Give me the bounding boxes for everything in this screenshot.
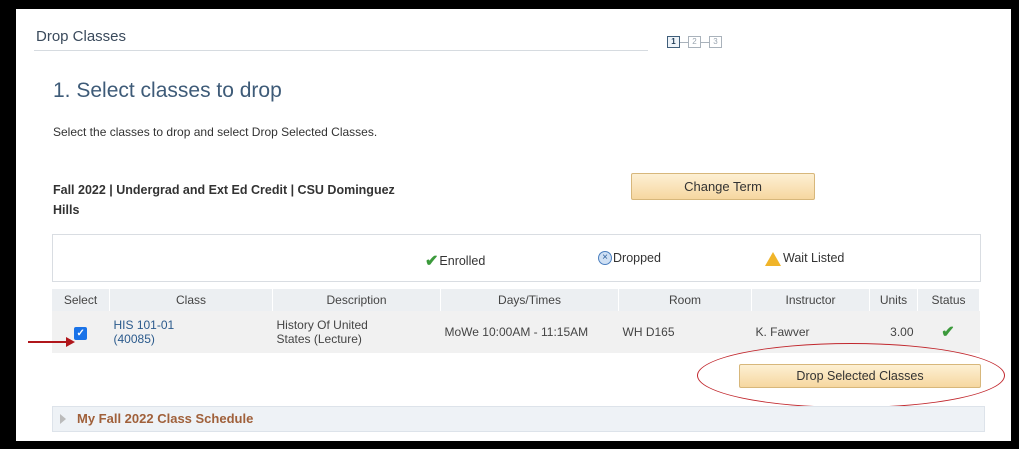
term-label-line2: Hills	[53, 203, 80, 217]
description-line2: States (Lecture)	[276, 332, 362, 346]
class-schedule-section[interactable]: My Fall 2022 Class Schedule	[52, 406, 985, 432]
days-times-cell: MoWe 10:00AM - 11:15AM	[440, 311, 619, 353]
change-term-button[interactable]: Change Term	[631, 173, 815, 200]
legend-wait-listed-label: Wait Listed	[783, 251, 845, 265]
col-header-instructor: Instructor	[751, 289, 870, 311]
description-cell: History Of United States (Lecture)	[272, 311, 441, 353]
select-cell: ✓	[52, 311, 110, 353]
col-header-days-times: Days/Times	[440, 289, 619, 311]
class-cell[interactable]: HIS 101-01 (40085)	[109, 311, 273, 353]
legend-enrolled-label: Enrolled	[439, 254, 486, 268]
annotation-arrow-line	[28, 341, 68, 343]
annotation-arrow-head	[66, 337, 75, 347]
class-schedule-label[interactable]: My Fall 2022 Class Schedule	[77, 411, 253, 426]
legend-dropped: × Dropped	[598, 251, 661, 265]
col-header-status: Status	[917, 289, 980, 311]
annotation-circle	[697, 343, 1005, 408]
class-code[interactable]: HIS 101-01	[114, 318, 269, 332]
table-header-row: Select Class Description Days/Times Room…	[52, 289, 980, 311]
status-legend: ✔ Enrolled × Dropped Wait Listed	[52, 234, 981, 282]
col-header-class: Class	[109, 289, 273, 311]
step-2: 2	[688, 36, 701, 48]
dropped-x-icon: ×	[598, 251, 612, 265]
warning-icon	[765, 252, 781, 266]
expand-triangle-icon[interactable]	[60, 414, 66, 424]
col-header-select: Select	[52, 289, 110, 311]
select-checkbox[interactable]: ✓	[74, 326, 88, 340]
step-title: 1. Select classes to drop	[53, 79, 282, 102]
step-connector	[701, 41, 709, 43]
step-3: 3	[709, 36, 722, 48]
check-icon: ✔	[425, 253, 439, 270]
legend-wait-listed: Wait Listed	[765, 251, 845, 266]
step-1: 1	[667, 36, 680, 48]
page-header-title: Drop Classes	[36, 28, 127, 45]
header-divider	[34, 50, 648, 51]
col-header-description: Description	[272, 289, 441, 311]
legend-enrolled: ✔ Enrolled	[425, 251, 485, 271]
enrolled-check-icon: ✔	[941, 324, 955, 341]
col-header-room: Room	[618, 289, 752, 311]
legend-dropped-label: Dropped	[613, 251, 661, 265]
term-label-line1: Fall 2022 | Undergrad and Ext Ed Credit …	[53, 183, 395, 197]
description-line1: History Of United	[276, 318, 368, 332]
room-cell: WH D165	[618, 311, 752, 353]
step-connector	[680, 41, 688, 43]
step-indicator: 1 2 3	[667, 36, 722, 48]
instructions-text: Select the classes to drop and select Dr…	[53, 125, 378, 139]
term-label: Fall 2022 | Undergrad and Ext Ed Credit …	[53, 180, 453, 220]
class-number[interactable]: (40085)	[114, 332, 269, 346]
col-header-units: Units	[869, 289, 918, 311]
